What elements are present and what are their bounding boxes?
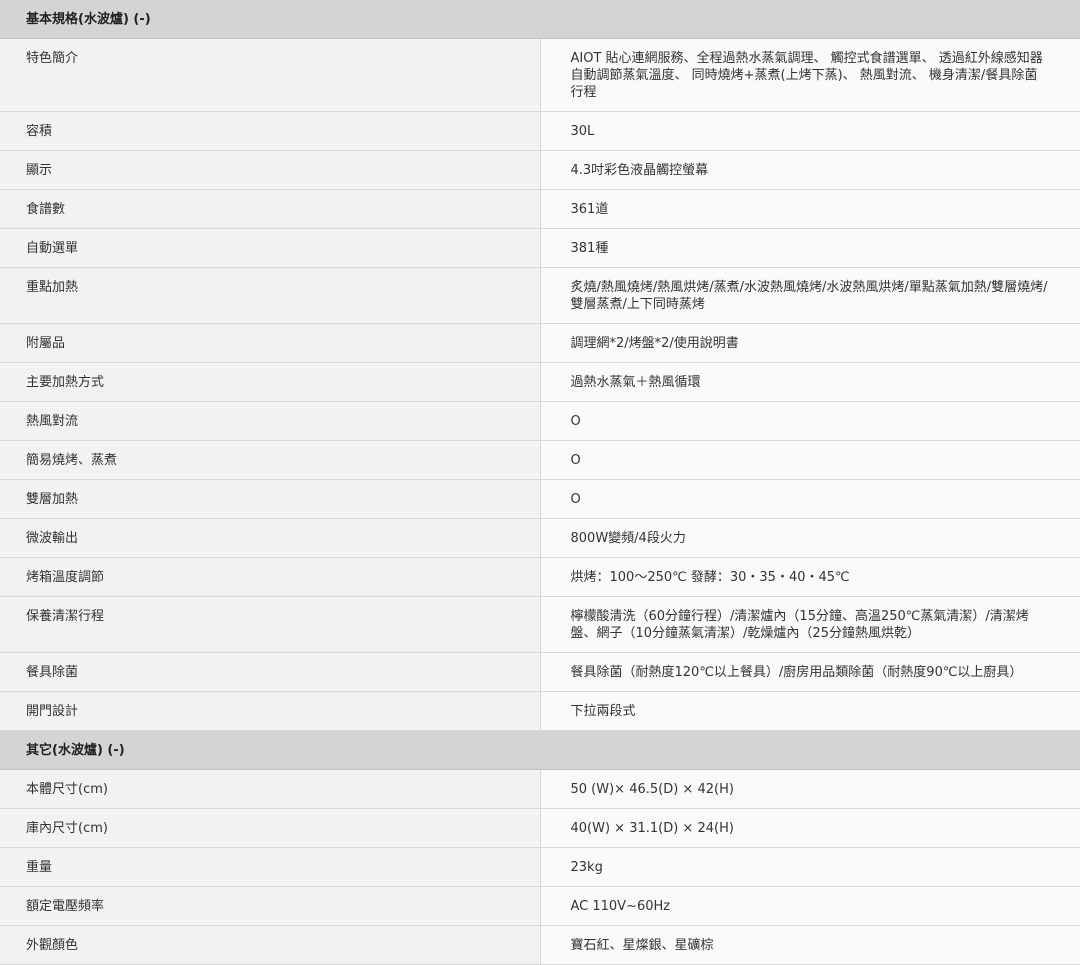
section-header: 其它(水波爐) (-)	[0, 730, 1080, 770]
spec-label: 重量	[0, 847, 541, 887]
spec-row: 保養清潔行程 檸檬酸清洗（60分鐘行程）/清潔爐內（15分鐘、高溫250℃蒸氣清潔…	[0, 596, 1080, 653]
spec-row: 自動選單 381種	[0, 228, 1080, 268]
spec-value: 30L	[540, 111, 1080, 151]
spec-value: 下拉兩段式	[540, 691, 1080, 731]
spec-label: 自動選單	[0, 228, 541, 268]
section-title: 其它(水波爐) (-)	[0, 730, 1080, 770]
spec-value: AC 110V~60Hz	[540, 886, 1080, 926]
spec-label: 微波輸出	[0, 518, 541, 558]
spec-row: 特色簡介 AIOT 貼心連網服務、全程過熱水蒸氣調理、 觸控式食譜選單、 透過紅外…	[0, 38, 1080, 112]
spec-value: O	[540, 401, 1080, 441]
spec-row: 開門設計 下拉兩段式	[0, 691, 1080, 731]
spec-value: 4.3吋彩色液晶觸控螢幕	[540, 150, 1080, 190]
spec-row: 附屬品 調理網*2/烤盤*2/使用說明書	[0, 323, 1080, 363]
spec-label: 重點加熱	[0, 267, 541, 324]
spec-row: 容積 30L	[0, 111, 1080, 151]
spec-value: 炙燒/熱風燒烤/熱風烘烤/蒸煮/水波熱風燒烤/水波熱風烘烤/單點蒸氣加熱/雙層燒…	[540, 267, 1080, 324]
spec-label: 庫內尺寸(cm)	[0, 808, 541, 848]
spec-label: 簡易燒烤、蒸煮	[0, 440, 541, 480]
spec-value: 過熱水蒸氣＋熱風循環	[540, 362, 1080, 402]
spec-value: AIOT 貼心連網服務、全程過熱水蒸氣調理、 觸控式食譜選單、 透過紅外線感知器…	[540, 38, 1080, 112]
spec-label: 餐具除菌	[0, 652, 541, 692]
spec-row: 主要加熱方式 過熱水蒸氣＋熱風循環	[0, 362, 1080, 402]
spec-row: 雙層加熱 O	[0, 479, 1080, 519]
spec-value: 檸檬酸清洗（60分鐘行程）/清潔爐內（15分鐘、高溫250℃蒸氣清潔）/清潔烤盤…	[540, 596, 1080, 653]
spec-value: 381種	[540, 228, 1080, 268]
spec-row: 烤箱溫度調節 烘烤：100～250℃ 發酵：30・35・40・45℃	[0, 557, 1080, 597]
spec-label: 主要加熱方式	[0, 362, 541, 402]
spec-row: 顯示 4.3吋彩色液晶觸控螢幕	[0, 150, 1080, 190]
spec-row: 額定電壓頻率 AC 110V~60Hz	[0, 886, 1080, 926]
spec-label: 本體尺寸(cm)	[0, 769, 541, 809]
spec-value: 餐具除菌（耐熱度120℃以上餐具）/廚房用品類除菌（耐熱度90℃以上廚具）	[540, 652, 1080, 692]
spec-table: 基本規格(水波爐) (-) 特色簡介 AIOT 貼心連網服務、全程過熱水蒸氣調理、 …	[0, 0, 1080, 965]
spec-value: 23kg	[540, 847, 1080, 887]
spec-label: 保養清潔行程	[0, 596, 541, 653]
spec-label: 熱風對流	[0, 401, 541, 441]
spec-label: 特色簡介	[0, 38, 541, 112]
spec-label: 容積	[0, 111, 541, 151]
spec-label: 外觀顏色	[0, 925, 541, 965]
spec-label: 額定電壓頻率	[0, 886, 541, 926]
spec-value: 寶石紅、星燦銀、星礦棕	[540, 925, 1080, 965]
spec-row: 餐具除菌 餐具除菌（耐熱度120℃以上餐具）/廚房用品類除菌（耐熱度90℃以上廚具…	[0, 652, 1080, 692]
spec-label: 附屬品	[0, 323, 541, 363]
spec-value: 50 (W)× 46.5(D) × 42(H)	[540, 769, 1080, 809]
spec-row: 微波輸出 800W變頻/4段火力	[0, 518, 1080, 558]
spec-value: 800W變頻/4段火力	[540, 518, 1080, 558]
section-title: 基本規格(水波爐) (-)	[0, 0, 1080, 39]
spec-row: 外觀顏色 寶石紅、星燦銀、星礦棕	[0, 925, 1080, 965]
spec-label: 開門設計	[0, 691, 541, 731]
spec-label: 顯示	[0, 150, 541, 190]
spec-label: 雙層加熱	[0, 479, 541, 519]
spec-table-body: 基本規格(水波爐) (-) 特色簡介 AIOT 貼心連網服務、全程過熱水蒸氣調理、 …	[0, 0, 1080, 965]
spec-value: 40(W) × 31.1(D) × 24(H)	[540, 808, 1080, 848]
spec-row: 熱風對流 O	[0, 401, 1080, 441]
spec-value: 烘烤：100～250℃ 發酵：30・35・40・45℃	[540, 557, 1080, 597]
spec-label: 食譜數	[0, 189, 541, 229]
spec-row: 重量 23kg	[0, 847, 1080, 887]
spec-row: 食譜數 361道	[0, 189, 1080, 229]
spec-row: 簡易燒烤、蒸煮 O	[0, 440, 1080, 480]
spec-value: O	[540, 479, 1080, 519]
spec-row: 重點加熱 炙燒/熱風燒烤/熱風烘烤/蒸煮/水波熱風燒烤/水波熱風烘烤/單點蒸氣加熱…	[0, 267, 1080, 324]
spec-label: 烤箱溫度調節	[0, 557, 541, 597]
section-header: 基本規格(水波爐) (-)	[0, 0, 1080, 39]
spec-row: 本體尺寸(cm) 50 (W)× 46.5(D) × 42(H)	[0, 769, 1080, 809]
spec-row: 庫內尺寸(cm) 40(W) × 31.1(D) × 24(H)	[0, 808, 1080, 848]
spec-value: 361道	[540, 189, 1080, 229]
spec-value: 調理網*2/烤盤*2/使用說明書	[540, 323, 1080, 363]
spec-value: O	[540, 440, 1080, 480]
